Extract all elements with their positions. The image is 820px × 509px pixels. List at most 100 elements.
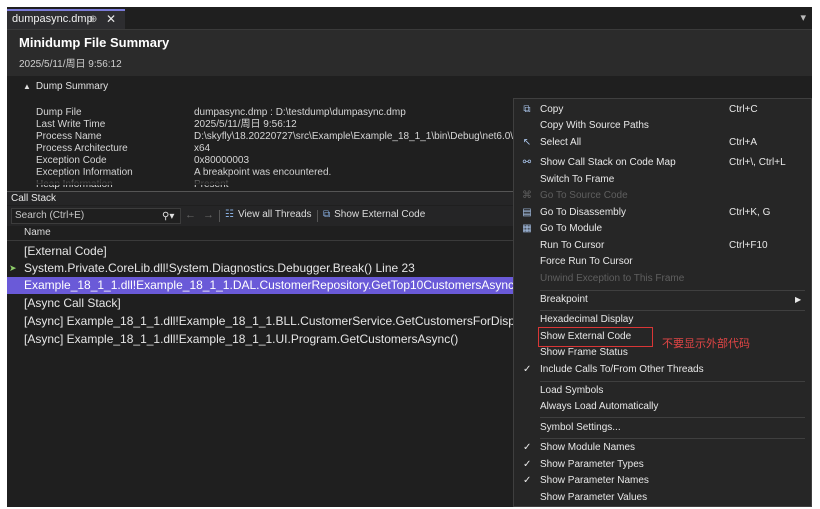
menu-item-go-to-module[interactable]: ▦ Go To Module <box>514 221 811 237</box>
last-write-time-key: Last Write Time <box>36 119 106 130</box>
menu-item-copy[interactable]: ⧉ Copy Ctrl+C <box>514 102 811 118</box>
module-icon: ▦ <box>522 223 532 234</box>
menu-label: Symbol Settings... <box>540 422 621 433</box>
source-code-icon: ⌘ <box>522 190 532 201</box>
external-code-icon: ⧉ <box>323 209 331 220</box>
menu-separator <box>540 417 805 418</box>
menu-separator <box>540 381 805 382</box>
menu-label: Breakpoint <box>540 294 588 305</box>
code-map-icon: ⚯ <box>522 157 532 168</box>
menu-item-breakpoint[interactable]: Breakpoint ▶ <box>514 292 811 308</box>
tab-list-dropdown-icon[interactable]: ▾ <box>800 11 806 24</box>
menu-label: Select All <box>540 137 582 148</box>
toolbar-divider <box>219 210 220 222</box>
pin-icon[interactable]: ⊕ <box>89 12 97 28</box>
menu-item-include-calls[interactable]: ✓ Include Calls To/From Other Threads <box>514 362 811 378</box>
menu-label: Switch To Frame <box>540 174 615 185</box>
frame-label: [Async] Example_18_1_1.dll!Example_18_1_… <box>24 332 459 346</box>
column-name-label: Name <box>24 227 51 238</box>
menu-item-switch-to-frame[interactable]: Switch To Frame <box>514 172 811 188</box>
menu-shortcut: Ctrl+A <box>729 137 758 148</box>
frame-label: [External Code] <box>24 244 107 258</box>
menu-label: Show Frame Status <box>540 347 628 358</box>
frame-label: [Async] Example_18_1_1.dll!Example_18_1_… <box>24 314 545 328</box>
tab-title: dumpasync.dmp <box>12 13 93 25</box>
menu-item-run-to-cursor[interactable]: Run To Cursor Ctrl+F10 <box>514 238 811 254</box>
last-write-time-value: 2025/5/11/周日 9:56:12 <box>194 119 297 130</box>
annotation-note: 不要显示外部代码 <box>662 338 750 350</box>
search-placeholder: Search (Ctrl+E) <box>15 210 85 221</box>
menu-item-always-load-automatically[interactable]: Always Load Automatically <box>514 399 811 415</box>
checkmark-icon: ✓ <box>523 475 532 486</box>
dump-summary-toggle[interactable]: ▲ Dump Summary <box>23 81 108 92</box>
menu-item-load-symbols[interactable]: Load Symbols <box>514 383 811 399</box>
dump-file-key: Dump File <box>36 107 82 118</box>
menu-item-show-call-stack-on-code-map[interactable]: ⚯ Show Call Stack on Code Map Ctrl+\, Ct… <box>514 155 811 171</box>
frame-label: [Async Call Stack] <box>24 296 121 310</box>
process-name-value: D:\skyfly\18.20220727\src\Example\Exampl… <box>194 131 520 142</box>
menu-separator <box>540 310 805 311</box>
menu-label: Go To Module <box>540 223 603 234</box>
menu-item-show-parameter-names[interactable]: ✓ Show Parameter Names <box>514 473 811 489</box>
process-architecture-key: Process Architecture <box>36 143 128 154</box>
menu-item-select-all[interactable]: ↖ Select All Ctrl+A <box>514 135 811 151</box>
menu-label: Copy <box>540 104 564 115</box>
arrow-right-icon[interactable]: → <box>203 209 214 221</box>
menu-item-copy-with-source-paths[interactable]: Copy With Source Paths <box>514 118 811 134</box>
menu-item-show-module-names[interactable]: ✓ Show Module Names <box>514 440 811 456</box>
show-external-code-label: Show External Code <box>334 209 426 220</box>
frame-label: Example_18_1_1.dll!Example_18_1_1.DAL.Cu… <box>24 278 523 292</box>
menu-label: Show Parameter Values <box>540 492 648 503</box>
dump-file-value: dumpasync.dmp : D:\testdump\dumpasync.dm… <box>194 107 406 118</box>
exception-code-value: 0x80000003 <box>194 155 250 166</box>
debugger-window: dumpasync.dmp ⊕ ✕ ▾ Minidump File Summar… <box>7 7 812 507</box>
search-input[interactable]: Search (Ctrl+E) ⚲▾ <box>11 208 181 224</box>
menu-label: Load Symbols <box>540 385 604 396</box>
menu-label: Show Call Stack on Code Map <box>540 157 676 168</box>
disassembly-icon: ▤ <box>522 207 532 218</box>
view-all-threads-button[interactable]: ☷ View all Threads <box>225 209 312 220</box>
menu-shortcut: Ctrl+\, Ctrl+L <box>729 157 786 168</box>
menu-item-unwind-exception[interactable]: Unwind Exception to This Frame <box>514 271 811 287</box>
menu-label: Force Run To Cursor <box>540 256 633 267</box>
threads-icon: ☷ <box>225 209 234 220</box>
context-menu: ⧉ Copy Ctrl+C Copy With Source Paths ↖ S… <box>513 98 812 507</box>
process-name-key: Process Name <box>36 131 102 142</box>
chevron-up-icon: ▲ <box>23 82 31 91</box>
menu-item-symbol-settings[interactable]: Symbol Settings... <box>514 420 811 436</box>
checkmark-icon: ✓ <box>523 442 532 453</box>
menu-label: Include Calls To/From Other Threads <box>540 364 704 375</box>
menu-separator <box>540 290 805 291</box>
arrow-left-icon[interactable]: ← <box>185 209 196 221</box>
menu-label: Go To Source Code <box>540 190 628 201</box>
tab-strip: dumpasync.dmp ⊕ ✕ ▾ <box>7 7 812 30</box>
menu-label: Run To Cursor <box>540 240 605 251</box>
menu-item-hexadecimal-display[interactable]: Hexadecimal Display <box>514 312 811 328</box>
copy-icon: ⧉ <box>523 104 531 115</box>
search-icon[interactable]: ⚲▾ <box>162 210 174 224</box>
close-icon[interactable]: ✕ <box>106 11 116 27</box>
chevron-right-icon: ▶ <box>795 295 802 304</box>
process-architecture-value: x64 <box>194 143 211 154</box>
menu-item-go-to-source-code[interactable]: ⌘ Go To Source Code <box>514 188 811 204</box>
menu-label: Always Load Automatically <box>540 401 659 412</box>
menu-item-go-to-disassembly[interactable]: ▤ Go To Disassembly Ctrl+K, G <box>514 205 811 221</box>
menu-shortcut: Ctrl+K, G <box>729 207 771 218</box>
page-date: 2025/5/11/周日 9:56:12 <box>19 59 122 70</box>
menu-label: Hexadecimal Display <box>540 314 634 325</box>
toolbar-divider <box>317 210 318 222</box>
menu-item-show-parameter-types[interactable]: ✓ Show Parameter Types <box>514 457 811 473</box>
menu-item-force-run-to-cursor[interactable]: Force Run To Cursor <box>514 254 811 270</box>
summary-header: Minidump File Summary 2025/5/11/周日 9:56:… <box>7 30 812 76</box>
menu-label: Go To Disassembly <box>540 207 626 218</box>
menu-separator <box>540 438 805 439</box>
menu-label: Unwind Exception to This Frame <box>540 273 685 284</box>
menu-label: Show Parameter Names <box>540 475 649 486</box>
show-external-code-button[interactable]: ⧉ Show External Code <box>323 209 425 220</box>
menu-label: Show Parameter Types <box>540 459 644 470</box>
tab-dumpasync[interactable]: dumpasync.dmp ⊕ ✕ <box>7 9 125 29</box>
checkmark-icon: ✓ <box>523 459 532 470</box>
scroll-fade <box>7 173 527 185</box>
select-all-icon: ↖ <box>522 137 532 148</box>
menu-item-show-parameter-values[interactable]: Show Parameter Values <box>514 490 811 506</box>
